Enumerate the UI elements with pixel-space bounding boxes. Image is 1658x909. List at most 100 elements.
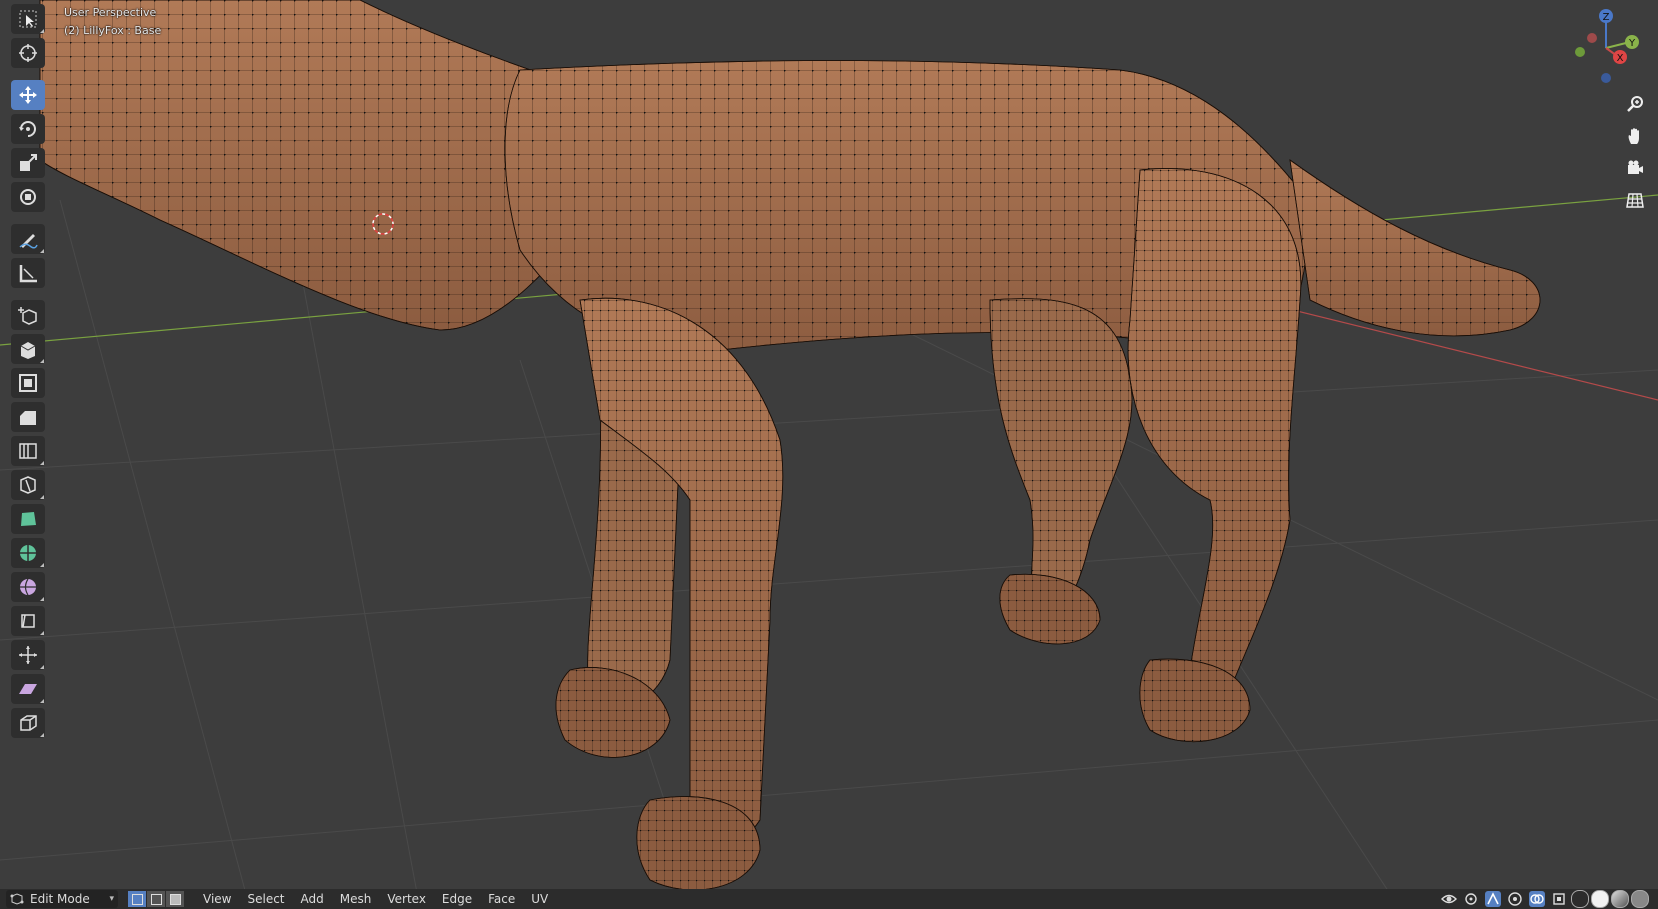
snap-toggle[interactable] — [1485, 891, 1501, 907]
scale-icon — [20, 154, 37, 171]
edge-slide-icon — [21, 614, 35, 628]
face-select-icon — [169, 893, 181, 905]
zoom-button[interactable] — [1621, 90, 1649, 118]
annotate-icon — [19, 234, 38, 249]
inset-tool[interactable] — [11, 368, 45, 398]
transform-tool[interactable] — [11, 182, 45, 212]
smooth-icon — [20, 578, 36, 596]
select-box-tool[interactable] — [11, 4, 45, 34]
edge-select-mode[interactable] — [147, 891, 165, 907]
header-right-tools — [1438, 890, 1658, 908]
measure-tool[interactable] — [11, 258, 45, 288]
gizmo-neg-x[interactable] — [1587, 33, 1597, 43]
measure-icon — [19, 265, 37, 283]
scale-tool[interactable] — [11, 148, 45, 178]
viewport-canvas — [0, 0, 1658, 909]
move-tool[interactable] — [11, 80, 45, 110]
poly-build-icon — [21, 512, 36, 526]
annotate-tool[interactable] — [11, 224, 45, 254]
rotate-icon — [19, 121, 36, 137]
vertex-select-icon — [131, 893, 143, 905]
vertex-select-mode[interactable] — [128, 891, 146, 907]
loop-cut-tool[interactable] — [11, 436, 45, 466]
material-shading-button[interactable] — [1611, 890, 1629, 908]
pan-button[interactable] — [1621, 122, 1649, 150]
menu-face[interactable]: Face — [480, 889, 523, 909]
edge-slide-tool[interactable] — [11, 606, 45, 636]
gizmo-x-axis[interactable]: X — [1613, 50, 1627, 64]
wireframe-shading-button[interactable] — [1571, 890, 1589, 908]
rip-tool[interactable] — [11, 708, 45, 738]
active-object-label: (2) LillyFox : Base — [64, 24, 162, 37]
ortho-toggle-button[interactable] — [1621, 186, 1649, 214]
transform-icon — [20, 189, 36, 205]
eye-icon — [1441, 894, 1457, 904]
gizmo-z-label: Z — [1603, 12, 1610, 23]
3d-viewport[interactable] — [0, 0, 1658, 909]
shrink-fatten-icon — [19, 646, 37, 664]
xray-toggle[interactable] — [1551, 891, 1567, 907]
mode-selector[interactable]: Edit Mode ▾ — [6, 890, 118, 908]
edge-select-icon — [150, 893, 162, 905]
grid-view-icon — [1626, 193, 1644, 208]
select-mode-group — [128, 891, 185, 907]
transform-pivot-button[interactable] — [1463, 891, 1479, 907]
menu-select[interactable]: Select — [239, 889, 292, 909]
select-box-icon — [19, 10, 37, 28]
solid-shading-button[interactable] — [1591, 890, 1609, 908]
viewport-header: Edit Mode ▾ View Select Add Mesh Vertex … — [0, 889, 1658, 909]
rip-icon — [20, 715, 37, 731]
tool-shelf — [8, 2, 48, 740]
xray-icon — [1553, 893, 1565, 905]
snap-icon — [1487, 892, 1499, 905]
gizmo-neg-z[interactable] — [1601, 73, 1611, 83]
bevel-tool[interactable] — [11, 402, 45, 432]
overlays-icon — [1530, 894, 1544, 904]
bevel-icon — [20, 411, 36, 425]
cursor-icon — [19, 44, 37, 62]
mode-label: Edit Mode — [30, 892, 90, 906]
poly-build-tool[interactable] — [11, 504, 45, 534]
navigation-gizmo[interactable]: Z Y X — [1562, 4, 1652, 90]
extrude-tool[interactable] — [11, 334, 45, 364]
proportional-edit-icon — [1508, 892, 1522, 906]
view-perspective-label: User Perspective — [64, 6, 157, 19]
shear-icon — [19, 684, 37, 694]
shear-tool[interactable] — [11, 674, 45, 704]
menu-edge[interactable]: Edge — [434, 889, 480, 909]
camera-view-button[interactable] — [1621, 154, 1649, 182]
camera-icon — [1628, 160, 1643, 174]
cursor-tool[interactable] — [11, 38, 45, 68]
move-icon — [19, 86, 37, 104]
knife-icon — [20, 476, 36, 494]
rotate-tool[interactable] — [11, 114, 45, 144]
spin-icon — [20, 545, 36, 561]
proportional-edit-toggle[interactable] — [1507, 891, 1523, 907]
menu-vertex[interactable]: Vertex — [379, 889, 434, 909]
visibility-button[interactable] — [1441, 891, 1457, 907]
gizmo-z-axis[interactable]: Z — [1599, 9, 1613, 23]
spin-tool[interactable] — [11, 538, 45, 568]
loop-cut-icon — [19, 443, 37, 459]
inset-icon — [19, 374, 37, 392]
shrink-fatten-tool[interactable] — [11, 640, 45, 670]
zoom-icon — [1627, 96, 1643, 112]
gizmo-neg-y[interactable] — [1575, 47, 1585, 57]
add-cube-icon — [18, 307, 37, 325]
extrude-icon — [20, 342, 36, 359]
menu-add[interactable]: Add — [293, 889, 332, 909]
gizmo-x-label: X — [1617, 53, 1624, 64]
menu-uv[interactable]: UV — [523, 889, 556, 909]
add-cube-tool[interactable] — [11, 300, 45, 330]
gizmo-y-axis[interactable]: Y — [1625, 35, 1639, 49]
rendered-shading-button[interactable] — [1631, 890, 1649, 908]
knife-tool[interactable] — [11, 470, 45, 500]
fox-mesh — [39, 0, 1541, 891]
gizmo-y-label: Y — [1628, 38, 1636, 49]
smooth-tool[interactable] — [11, 572, 45, 602]
pivot-icon — [1465, 893, 1477, 905]
menu-view[interactable]: View — [195, 889, 239, 909]
overlays-toggle[interactable] — [1529, 891, 1545, 907]
menu-mesh[interactable]: Mesh — [332, 889, 380, 909]
face-select-mode[interactable] — [166, 891, 184, 907]
